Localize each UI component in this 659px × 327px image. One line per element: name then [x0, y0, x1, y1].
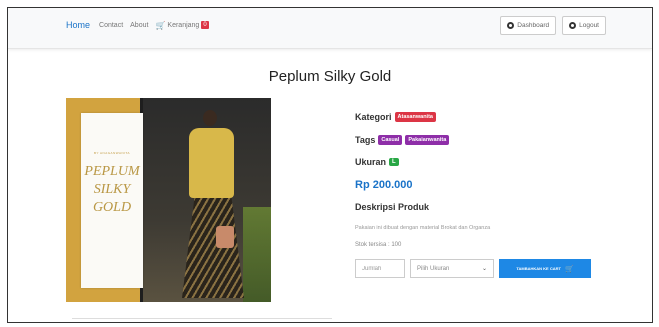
- product-image: BY ANAGANWANITA PEPLUM SILKY GOLD: [66, 98, 271, 302]
- image-title-line: GOLD: [92, 200, 132, 215]
- add-to-cart-form: Pilih Ukuran ⌄ TAMBAHKAN KE CART 🛒: [355, 259, 591, 278]
- stock-row: Stok tersisa : 100: [355, 242, 401, 248]
- add-to-cart-label: TAMBAHKAN KE CART: [516, 266, 561, 271]
- dashboard-label: Dashboard: [517, 22, 550, 29]
- image-title-card: BY ANAGANWANITA PEPLUM SILKY GOLD: [81, 113, 143, 288]
- desc-text-row: Pakaian ini dibuat dengan material Broka…: [355, 225, 490, 231]
- ukuran-label: Ukuran: [355, 157, 387, 167]
- logout-label: Logout: [579, 22, 599, 29]
- kategori-badge[interactable]: Atasanwanita: [394, 112, 436, 122]
- nav-contact-link[interactable]: Contact: [99, 22, 123, 29]
- browser-frame: Home Contact About 🛒 Keranjang 0 Dashboa…: [7, 7, 653, 323]
- product-title: Peplum Silky Gold: [268, 68, 392, 85]
- nav-home-link[interactable]: Home: [66, 20, 90, 30]
- logout-button[interactable]: Logout: [562, 16, 606, 35]
- tag-badge[interactable]: Pakaianwanita: [405, 135, 450, 145]
- image-card-subtitle: BY ANAGANWANITA: [93, 151, 131, 155]
- dashboard-button[interactable]: Dashboard: [500, 16, 557, 35]
- description-text: Pakaian ini dibuat dengan material Broka…: [355, 225, 491, 231]
- image-plant: [243, 207, 271, 302]
- tag-badge[interactable]: Casual: [378, 135, 403, 145]
- shopping-cart-icon: 🛒: [564, 265, 574, 273]
- product-price: Rp 200.000: [355, 179, 413, 191]
- stock-text: Stok tersisa : 100: [355, 242, 402, 248]
- cart-count-badge: 0: [201, 21, 209, 29]
- quantity-input[interactable]: [355, 259, 405, 278]
- nav-about-link[interactable]: About: [130, 22, 148, 29]
- tags-label: Tags: [355, 135, 376, 145]
- image-title-line: PEPLUM: [84, 164, 140, 179]
- nav-right: Dashboard Logout: [500, 16, 606, 35]
- image-title-line: SILKY: [93, 182, 131, 197]
- add-to-cart-button[interactable]: TAMBAHKAN KE CART 🛒: [499, 259, 591, 278]
- kategori-row: Kategori Atasanwanita: [355, 112, 436, 122]
- shopping-cart-icon: 🛒: [155, 20, 166, 30]
- github-icon: [569, 22, 577, 29]
- nav-left: Home Contact About 🛒 Keranjang 0: [66, 20, 209, 30]
- description-heading: Deskripsi Produk: [355, 202, 430, 212]
- model-figure-top: [189, 128, 234, 198]
- size-select[interactable]: Pilih Ukuran ⌄: [410, 259, 494, 278]
- price-row: Rp 200.000: [355, 179, 412, 191]
- ukuran-badge: L: [389, 158, 399, 166]
- github-icon: [507, 22, 515, 29]
- ukuran-row: Ukuran L: [355, 157, 399, 167]
- tags-row: Tags Casual Pakaianwanita: [355, 135, 450, 145]
- cart-label: Keranjang: [167, 21, 200, 29]
- desc-heading-row: Deskripsi Produk: [355, 202, 429, 212]
- model-figure-head: [203, 110, 217, 126]
- navbar: Home Contact About 🛒 Keranjang 0 Dashboa…: [8, 8, 652, 49]
- nav-cart-link[interactable]: 🛒 Keranjang 0: [155, 20, 209, 30]
- bottom-tabs-edge: [72, 318, 332, 322]
- model-figure-bag: [216, 226, 234, 248]
- image-card-title: PEPLUM SILKY GOLD: [81, 163, 143, 217]
- kategori-label: Kategori: [355, 112, 392, 122]
- size-select-value: Pilih Ukuran: [417, 265, 450, 272]
- chevron-down-icon: ⌄: [481, 266, 487, 272]
